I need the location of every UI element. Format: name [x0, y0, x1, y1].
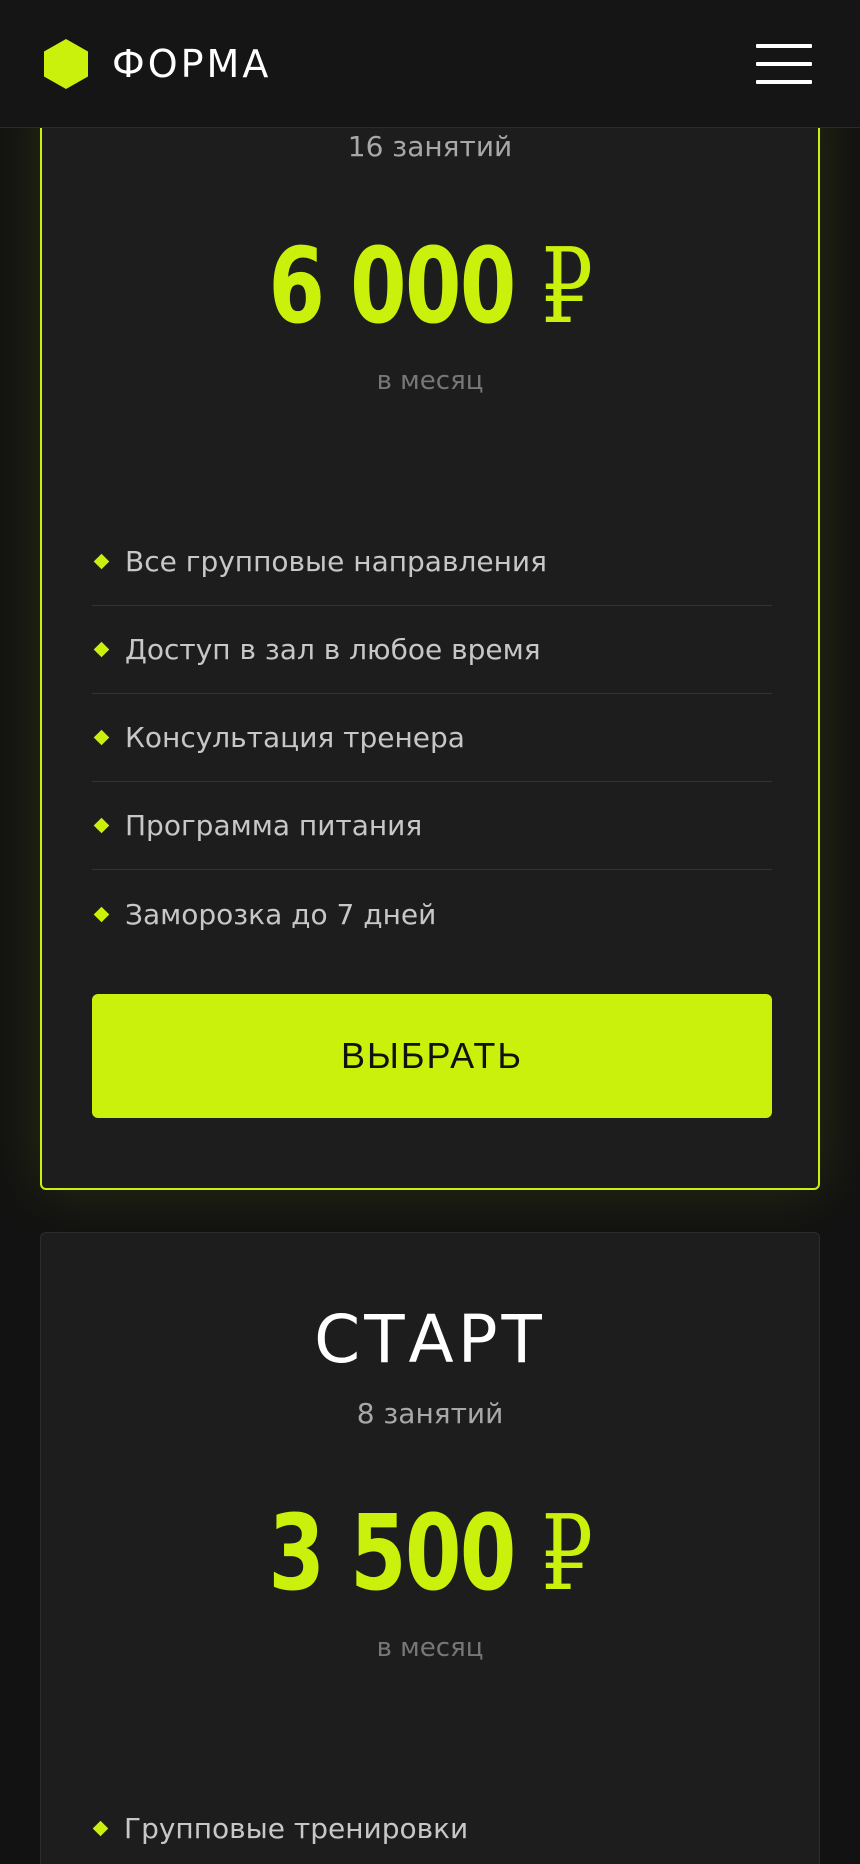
feature-text: Групповые тренировки — [124, 1812, 469, 1845]
diamond-bullet-icon — [93, 906, 110, 922]
ruble-sign: ₽ — [541, 1492, 593, 1614]
diamond-bullet-icon — [92, 1820, 109, 1837]
ruble-sign: ₽ — [541, 225, 593, 347]
diamond-bullet-icon — [93, 553, 110, 570]
price-amount: 6 000 — [268, 225, 517, 347]
feature-text: Консультация тренера — [125, 721, 465, 754]
plan-card-start: СТАРТ 8 занятий 3 500 ₽ в месяц Групповы… — [40, 1232, 820, 1864]
diamond-bullet-icon — [93, 817, 110, 834]
brand[interactable]: ФОРМА — [40, 38, 271, 90]
plan-period: в месяц — [376, 366, 484, 396]
diamond-bullet-icon — [93, 641, 110, 658]
hexagon-icon — [44, 38, 88, 89]
price-amount: 3 500 — [268, 1492, 517, 1614]
brand-name: ФОРМА — [112, 41, 272, 86]
feature-text: Программа питания — [125, 809, 423, 842]
feature-item: Заморозка до 7 дней — [92, 870, 772, 958]
site-header: ФОРМА — [0, 0, 860, 128]
feature-item: Программа питания — [92, 782, 772, 870]
feature-item: Консультация тренера — [92, 694, 772, 782]
select-plan-button[interactable]: ВЫБРАТЬ — [92, 994, 772, 1118]
feature-text: Все групповые направления — [125, 545, 547, 578]
diamond-bullet-icon — [93, 729, 110, 746]
feature-text: Доступ в зал в любое время — [125, 633, 541, 666]
feature-list: Все групповые направления Доступ в зал в… — [92, 518, 772, 958]
feature-text: Заморозка до 7 дней — [125, 897, 437, 931]
page: ФОРМА 16 занятий 6 000 ₽ в месяц Все гру… — [0, 0, 860, 1864]
feature-item: Групповые тренировки — [91, 1785, 771, 1864]
plan-period: в месяц — [376, 1633, 484, 1663]
plan-price: 3 500 ₽ — [127, 1501, 734, 1605]
feature-list: Групповые тренировки — [91, 1785, 771, 1864]
feature-item: Доступ в зал в любое время — [92, 606, 772, 694]
plan-sessions: 8 занятий — [356, 1397, 504, 1430]
hamburger-menu-icon[interactable] — [756, 43, 812, 84]
plan-card-featured: 16 занятий 6 000 ₽ в месяц Все групповые… — [40, 80, 820, 1190]
plan-price: 6 000 ₽ — [127, 234, 732, 338]
plan-title: СТАРТ — [314, 1301, 546, 1378]
plan-sessions: 16 занятий — [347, 130, 513, 163]
feature-item: Все групповые направления — [92, 518, 772, 606]
